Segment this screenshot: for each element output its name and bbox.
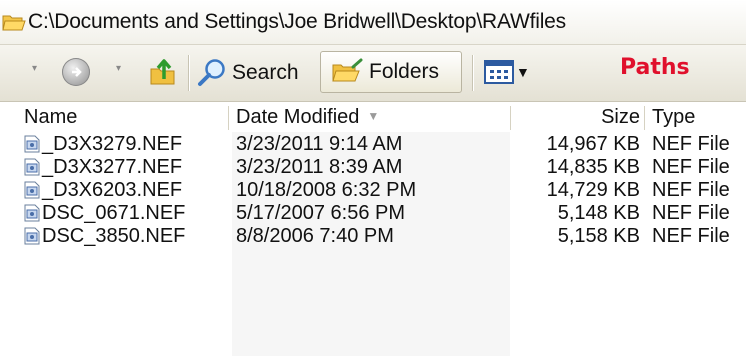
file-date-modified: 3/23/2011 9:14 AM [236,133,403,155]
toolbar-separator [188,55,189,91]
nef-file-icon [24,181,40,199]
up-folder-icon [150,59,175,85]
file-row[interactable]: _D3X3279.NEF 3/23/2011 9:14 AM 14,967 KB… [0,132,746,156]
folders-button[interactable]: Folders [320,51,462,93]
column-header-date-label: Date Modified [236,106,360,128]
nef-file-icon [24,158,40,176]
file-size: 14,729 KB [546,179,640,201]
column-header-size[interactable]: Size [601,106,640,129]
toolbar: ▾ ▾ Search Folders ▼ Paths [0,45,746,102]
address-bar[interactable]: C:\Documents and Settings\Joe Bridwell\D… [0,0,746,45]
nef-file-icon [24,204,40,222]
nef-file-icon [24,135,40,153]
file-date-modified: 8/8/2006 7:40 PM [236,225,394,247]
file-date-modified: 3/23/2011 8:39 AM [236,156,403,178]
file-name: DSC_0671.NEF [42,202,186,224]
file-size: 5,158 KB [557,225,640,247]
toolbar-separator [472,55,473,91]
file-row[interactable]: _D3X3277.NEF 3/23/2011 8:39 AM 14,835 KB… [0,155,746,179]
views-button[interactable]: ▼ [484,59,530,85]
address-path[interactable]: C:\Documents and Settings\Joe Bridwell\D… [28,10,566,34]
file-row[interactable]: _D3X6203.NEF 10/18/2008 6:32 PM 14,729 K… [0,178,746,202]
file-size: 14,967 KB [546,133,640,155]
column-divider[interactable] [510,106,511,130]
column-header-date-modified[interactable]: Date Modified ▼ [236,106,379,129]
file-row[interactable]: DSC_0671.NEF 5/17/2007 6:56 PM 5,148 KB … [0,201,746,225]
forward-button[interactable] [62,58,90,86]
column-header-row: Name Date Modified ▼ Size Type [0,102,746,132]
file-type: NEF File [652,202,730,224]
file-name: _D3X6203.NEF [42,179,183,201]
column-divider[interactable] [644,106,645,130]
file-type: NEF File [652,133,730,155]
paths-annotation: Paths [620,55,690,80]
file-name: _D3X3277.NEF [42,156,183,178]
search-icon [198,59,225,86]
file-size: 14,835 KB [546,156,640,178]
file-name: DSC_3850.NEF [42,225,186,247]
sort-descending-icon: ▼ [367,109,380,123]
folders-icon [332,58,363,82]
file-list: _D3X3279.NEF 3/23/2011 9:14 AM 14,967 KB… [0,132,746,356]
search-button-label: Search [232,61,299,84]
file-date-modified: 5/17/2007 6:56 PM [236,202,406,224]
views-dropdown-arrow[interactable]: ▼ [516,64,530,80]
column-divider[interactable] [228,106,229,130]
forward-dropdown-arrow[interactable]: ▾ [116,63,121,74]
file-size: 5,148 KB [557,202,640,224]
file-row[interactable]: DSC_3850.NEF 8/8/2006 7:40 PM 5,158 KB N… [0,224,746,248]
column-header-type[interactable]: Type [652,106,695,129]
file-name: _D3X3279.NEF [42,133,183,155]
file-type: NEF File [652,179,730,201]
file-type: NEF File [652,225,730,247]
search-button[interactable]: Search [196,57,299,89]
up-folder-button[interactable] [148,57,180,87]
file-date-modified: 10/18/2008 6:32 PM [236,179,417,201]
back-dropdown-arrow[interactable]: ▾ [32,63,37,74]
folders-button-label: Folders [369,60,440,83]
folder-icon [2,15,26,31]
file-type: NEF File [652,156,730,178]
views-icon [484,60,514,84]
nef-file-icon [24,227,40,245]
forward-arrow-icon [62,58,90,86]
column-header-name[interactable]: Name [24,106,77,129]
